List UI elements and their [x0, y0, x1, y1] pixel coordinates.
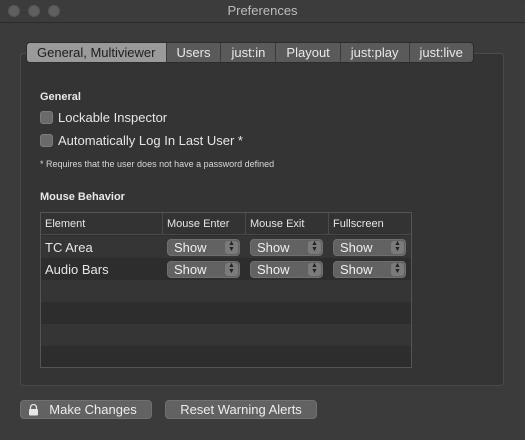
mouse-enter-popup[interactable]: Show ▲ ▼	[167, 238, 240, 256]
tab-just-in[interactable]: just:in	[221, 43, 277, 62]
popup-value: Show	[340, 239, 373, 255]
popup-value: Show	[257, 261, 290, 277]
close-window-button[interactable]	[8, 5, 20, 17]
mouse-enter-popup[interactable]: Show ▲ ▼	[167, 260, 240, 278]
empty-table-row	[41, 324, 411, 346]
general-section-title: General	[40, 91, 81, 103]
popup-value: Show	[174, 261, 207, 277]
empty-table-row	[41, 302, 411, 324]
table-row[interactable]: Audio Bars Show ▲ ▼ Show ▲ ▼ Show ▲ ▼	[41, 258, 411, 280]
mouse-exit-popup[interactable]: Show ▲ ▼	[250, 260, 323, 278]
lockable-inspector-option[interactable]: Lockable Inspector	[40, 110, 167, 125]
tab-just-play[interactable]: just:play	[341, 43, 410, 62]
empty-table-row	[41, 346, 411, 367]
preferences-window: Preferences General, Multiviewer Users j…	[0, 0, 525, 440]
tab-general-multiviewer[interactable]: General, Multiviewer	[27, 43, 167, 62]
reset-warning-alerts-label: Reset Warning Alerts	[180, 402, 302, 417]
column-header-mouse-exit[interactable]: Mouse Exit	[246, 213, 329, 234]
mouse-exit-cell: Show ▲ ▼	[246, 236, 329, 258]
tab-users[interactable]: Users	[167, 43, 222, 62]
reset-warning-alerts-button[interactable]: Reset Warning Alerts	[165, 400, 317, 419]
chevron-updown-icon: ▲ ▼	[225, 262, 238, 276]
zoom-window-button[interactable]	[48, 5, 60, 17]
column-header-element[interactable]: Element	[41, 213, 163, 234]
column-header-mouse-enter[interactable]: Mouse Enter	[163, 213, 246, 234]
mouse-enter-cell: Show ▲ ▼	[163, 258, 246, 280]
fullscreen-popup[interactable]: Show ▲ ▼	[333, 260, 406, 278]
chevron-updown-icon: ▲ ▼	[391, 240, 404, 254]
minimize-window-button[interactable]	[28, 5, 40, 17]
fullscreen-cell: Show ▲ ▼	[329, 258, 411, 280]
chevron-updown-icon: ▲ ▼	[225, 240, 238, 254]
mouse-behavior-table: Element Mouse Enter Mouse Exit Fullscree…	[40, 212, 412, 368]
mouse-exit-cell: Show ▲ ▼	[246, 258, 329, 280]
mouse-enter-cell: Show ▲ ▼	[163, 236, 246, 258]
tab-just-live[interactable]: just:live	[410, 43, 473, 62]
fullscreen-popup[interactable]: Show ▲ ▼	[333, 238, 406, 256]
table-row[interactable]: TC Area Show ▲ ▼ Show ▲ ▼ Show ▲ ▼	[41, 236, 411, 258]
make-changes-label: Make Changes	[49, 402, 137, 417]
mouse-exit-popup[interactable]: Show ▲ ▼	[250, 238, 323, 256]
popup-value: Show	[174, 239, 207, 255]
auto-login-checkbox[interactable]	[40, 134, 53, 147]
fullscreen-cell: Show ▲ ▼	[329, 236, 411, 258]
chevron-updown-icon: ▲ ▼	[391, 262, 404, 276]
mouse-behavior-section-title: Mouse Behavior	[40, 191, 125, 203]
auto-login-option[interactable]: Automatically Log In Last User *	[40, 133, 243, 148]
table-header: Element Mouse Enter Mouse Exit Fullscree…	[41, 213, 411, 235]
chevron-updown-icon: ▲ ▼	[308, 262, 321, 276]
lock-icon	[29, 404, 38, 416]
element-cell: Audio Bars	[45, 261, 109, 277]
tab-bar: General, Multiviewer Users just:in Playo…	[26, 42, 474, 63]
chevron-updown-icon: ▲ ▼	[308, 240, 321, 254]
window-title: Preferences	[227, 3, 298, 18]
empty-table-row	[41, 280, 411, 302]
lockable-inspector-checkbox[interactable]	[40, 111, 53, 124]
make-changes-button[interactable]: Make Changes	[20, 400, 152, 419]
popup-value: Show	[340, 261, 373, 277]
tab-playout[interactable]: Playout	[276, 43, 341, 62]
popup-value: Show	[257, 239, 290, 255]
auto-login-label: Automatically Log In Last User *	[58, 133, 243, 148]
password-footnote: * Requires that the user does not have a…	[40, 159, 275, 169]
title-bar[interactable]: Preferences	[0, 0, 525, 23]
column-header-fullscreen[interactable]: Fullscreen	[329, 213, 411, 234]
element-cell: TC Area	[45, 239, 93, 255]
lockable-inspector-label: Lockable Inspector	[58, 110, 168, 125]
